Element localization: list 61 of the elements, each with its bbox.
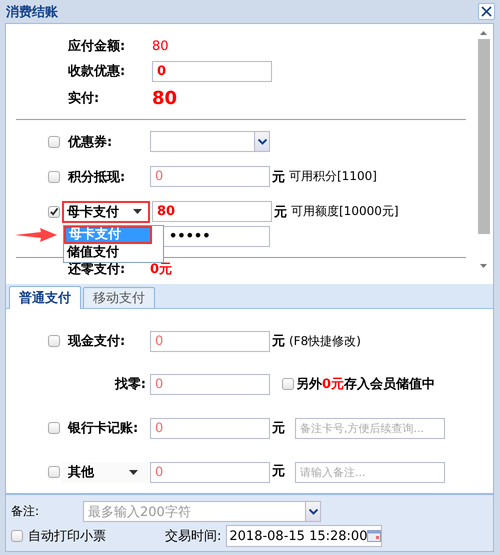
scroll-down-icon bbox=[480, 264, 487, 268]
discount-field[interactable]: 0 bbox=[152, 60, 272, 82]
available-note: 可用额度[10000元] bbox=[291, 203, 399, 220]
bank-amount-field[interactable]: 0 bbox=[150, 418, 270, 438]
caret-icon bbox=[129, 470, 138, 474]
scroll-thumb[interactable] bbox=[478, 39, 490, 234]
dropdown-button[interactable] bbox=[255, 131, 270, 152]
time-field[interactable]: 2018-08-15 15:28:00 bbox=[226, 525, 382, 547]
payment-method-select[interactable]: 母卡支付 bbox=[62, 200, 150, 222]
scroll-up-icon bbox=[480, 31, 487, 35]
amount-paid: 80 bbox=[152, 88, 178, 108]
remark-field[interactable]: 备注卡号,方便后续查询... bbox=[295, 418, 445, 438]
card-amount-field[interactable]: 80 bbox=[152, 201, 272, 222]
field-label: 积分抵现: bbox=[68, 168, 126, 186]
checkbox[interactable] bbox=[48, 170, 60, 182]
available-note: 可用积分[1100] bbox=[289, 168, 377, 185]
checkbox[interactable] bbox=[48, 422, 60, 434]
close-button[interactable] bbox=[478, 3, 495, 20]
field-label: 实付: bbox=[68, 90, 100, 107]
cash-field[interactable]: 0 bbox=[150, 330, 270, 352]
auto-print-label: 自动打印小票 bbox=[28, 528, 107, 545]
tab[interactable]: 普通支付 bbox=[9, 286, 81, 309]
points-field[interactable]: 0 bbox=[150, 166, 270, 187]
chevron-icon bbox=[308, 508, 318, 514]
field-label: 收款优惠: bbox=[68, 63, 126, 80]
change-amount: 0元 bbox=[150, 261, 172, 278]
store-balance-text: 另外0元存入会员储值中 bbox=[296, 376, 436, 393]
unit-label: 元 bbox=[272, 333, 285, 350]
dropdown-button[interactable] bbox=[306, 501, 321, 522]
caret-icon bbox=[133, 209, 142, 214]
checkbox[interactable] bbox=[11, 530, 23, 542]
field-label: 银行卡记账: bbox=[68, 420, 140, 437]
remark-field[interactable]: 最多输入200字符 bbox=[83, 501, 306, 522]
chevron-icon bbox=[258, 138, 266, 144]
field-label: 现金支付: bbox=[68, 333, 126, 350]
amount-due: 80 bbox=[152, 38, 169, 54]
shortcut-hint: (F8快捷修改) bbox=[289, 332, 361, 350]
checkbox[interactable] bbox=[48, 206, 60, 218]
checkbox[interactable] bbox=[282, 378, 294, 390]
change-field[interactable]: 0 bbox=[150, 374, 270, 394]
dropdown-option[interactable]: 储值支付 bbox=[64, 244, 163, 262]
remark-field[interactable]: 请输入备注... bbox=[295, 462, 445, 482]
payment-type-select[interactable]: 其他 bbox=[62, 462, 148, 482]
arrow-icon bbox=[15, 228, 57, 242]
checkbox[interactable] bbox=[48, 335, 60, 347]
window-title: 消费结账 bbox=[6, 4, 58, 20]
time-label: 交易时间: bbox=[165, 528, 222, 545]
remark-label: 备注: bbox=[11, 503, 40, 520]
unit-label: 元 bbox=[272, 168, 285, 186]
checkbox[interactable] bbox=[48, 136, 60, 148]
unit-label: 元 bbox=[272, 463, 285, 480]
dropdown-option[interactable]: 母卡支付 bbox=[64, 226, 152, 244]
unit-label: 元 bbox=[272, 420, 285, 437]
field-label: 应付金额: bbox=[68, 38, 126, 55]
calendar-icon bbox=[367, 530, 382, 542]
field-label: 优惠券: bbox=[68, 134, 114, 150]
tab[interactable]: 移动支付 bbox=[83, 287, 155, 308]
field-label: 找零: bbox=[114, 376, 147, 393]
checkbox[interactable] bbox=[48, 466, 60, 478]
other-amount-field[interactable]: 0 bbox=[150, 462, 270, 482]
unit-label: 元 bbox=[274, 204, 287, 220]
